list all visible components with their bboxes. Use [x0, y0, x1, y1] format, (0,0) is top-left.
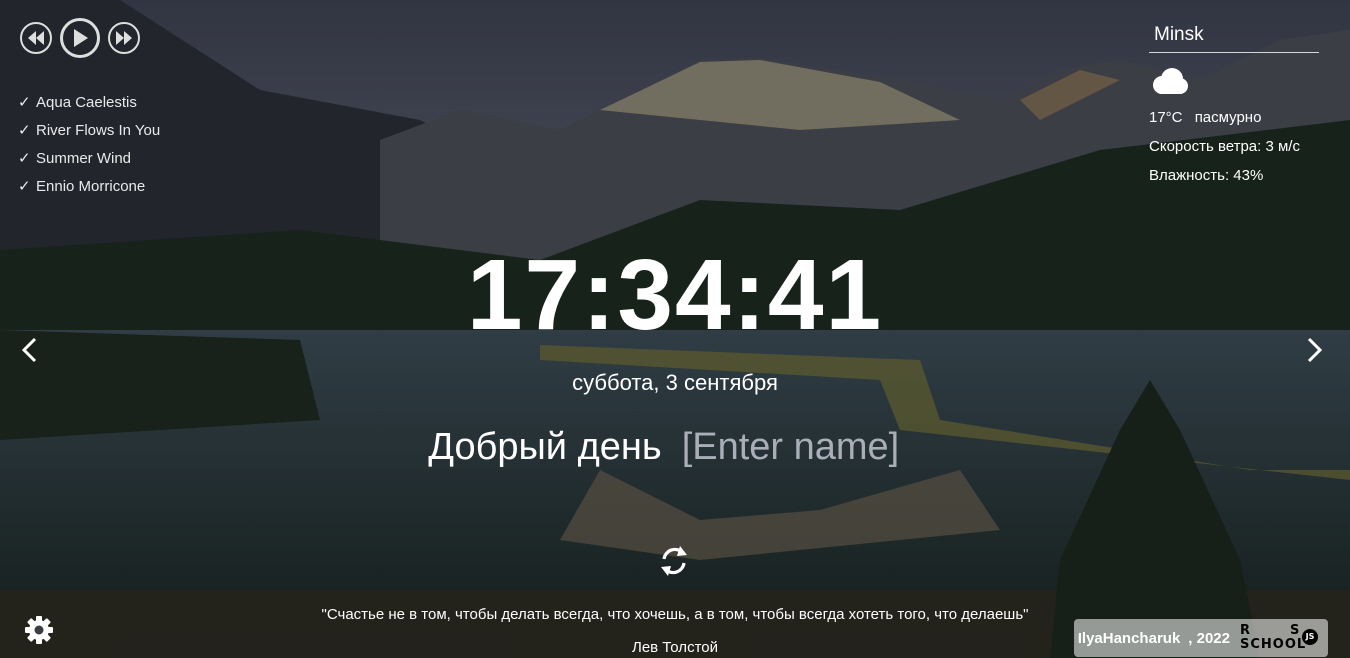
city-input[interactable] — [1149, 20, 1319, 53]
check-icon: ✓ — [18, 122, 31, 139]
playlist-item[interactable]: ✓ Aqua Caelestis — [18, 88, 160, 116]
check-icon: ✓ — [18, 94, 31, 111]
playlist-item[interactable]: ✓ Ennio Morricone — [18, 172, 160, 200]
humidity: Влажность: 43% — [1149, 167, 1264, 184]
play-icon — [74, 29, 88, 47]
playlist: ✓ Aqua Caelestis ✓ River Flows In You ✓ … — [18, 88, 160, 200]
cloud-icon — [1153, 68, 1188, 94]
greeting-text: Добрый день — [428, 426, 662, 468]
play-button[interactable] — [60, 18, 100, 58]
check-icon: ✓ — [18, 150, 31, 167]
temperature: 17°C — [1149, 109, 1183, 126]
wind-speed: Скорость ветра: 3 м/с — [1149, 138, 1300, 155]
next-track-button[interactable] — [108, 22, 140, 54]
settings-button[interactable] — [24, 615, 54, 645]
track-title: Ennio Morricone — [36, 177, 146, 195]
logo-line-1: RS — [1240, 623, 1340, 638]
name-input[interactable] — [681, 426, 922, 469]
js-badge: JS — [1302, 629, 1318, 645]
footer-year: , 2022 — [1188, 629, 1230, 647]
track-title: River Flows In You — [36, 121, 161, 139]
weather-icon-container — [1149, 67, 1319, 101]
rs-school-logo[interactable]: RS SCHOOL JS — [1240, 622, 1324, 654]
author-github-link[interactable]: IlyaHancharuk — [1078, 630, 1181, 647]
temperature-row: 17°C пасмурно — [1149, 109, 1319, 130]
weather-widget: 17°C пасмурно Скорость ветра: 3 м/с Влаж… — [1149, 20, 1319, 188]
change-quote-button[interactable] — [656, 543, 692, 579]
playlist-item[interactable]: ✓ Summer Wind — [18, 144, 160, 172]
refresh-icon — [661, 546, 687, 576]
track-title: Aqua Caelestis — [36, 93, 137, 111]
date: суббота, 3 сентября — [572, 370, 778, 395]
gear-icon — [25, 616, 53, 644]
logo-line-2: SCHOOL — [1240, 637, 1307, 652]
track-title: Summer Wind — [36, 149, 132, 167]
playlist-item[interactable]: ✓ River Flows In You — [18, 116, 160, 144]
check-icon: ✓ — [18, 178, 31, 195]
fast-forward-icon — [116, 31, 132, 45]
weather-description: пасмурно — [1194, 109, 1262, 126]
rewind-icon — [28, 31, 44, 45]
clock-time: 17:34:41 — [466, 239, 884, 351]
previous-track-button[interactable] — [20, 22, 52, 54]
player-controls — [20, 18, 140, 58]
footer: IlyaHancharuk , 2022 RS SCHOOL JS — [1073, 619, 1328, 657]
greeting-container: Добрый день — [0, 426, 1350, 469]
